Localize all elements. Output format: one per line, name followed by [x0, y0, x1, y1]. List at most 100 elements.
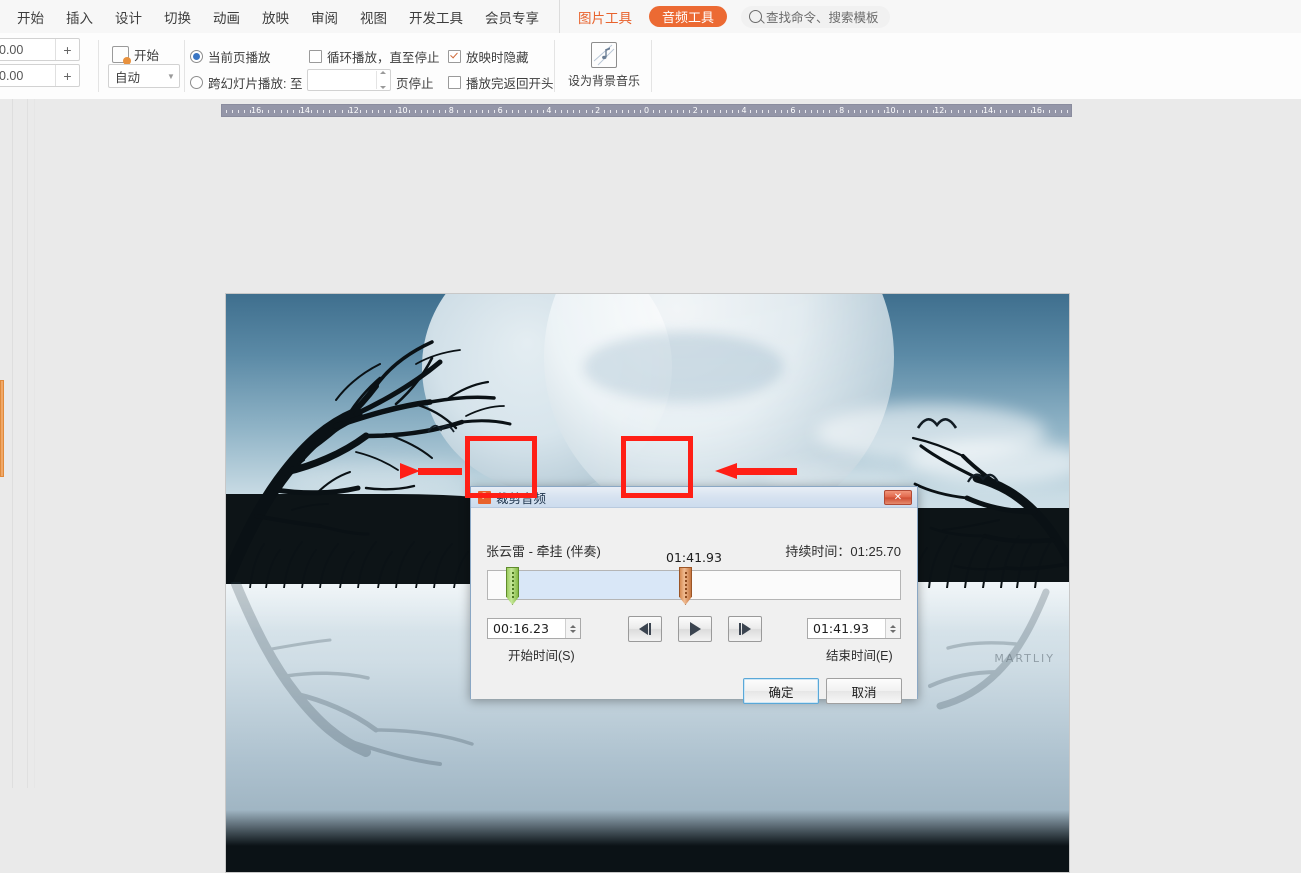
ruler-number: 8 — [839, 106, 845, 115]
radio-play-current-page[interactable]: 当前页播放 — [190, 47, 271, 66]
ruler-tick — [756, 110, 758, 113]
start-time-input[interactable]: 00:16.23 — [487, 618, 581, 639]
ruler-tick — [506, 110, 508, 113]
fade-out-plus-button[interactable]: + — [55, 65, 79, 86]
step-forward-icon[interactable] — [728, 616, 762, 642]
tab-animation[interactable]: 动画 — [202, 0, 251, 33]
ruler-tick — [329, 110, 331, 113]
ruler-tick — [536, 110, 538, 113]
ruler-tick — [878, 110, 880, 113]
music-note-icon — [591, 42, 617, 68]
stop-after-page-input[interactable] — [307, 69, 391, 91]
ruler-tick — [731, 110, 733, 113]
chevron-down-icon[interactable]: ▼ — [163, 72, 179, 81]
trim-start-handle[interactable] — [506, 567, 519, 605]
ruler-tick — [927, 110, 929, 113]
ruler-tick — [591, 110, 593, 113]
dialog-title-bar[interactable]: P 裁剪音频 ✕ — [471, 487, 917, 508]
ruler-tick — [689, 110, 691, 113]
trim-audio-dialog[interactable]: P 裁剪音频 ✕ 张云雷 - 牵挂 (伴奏) 持续时间：01:25.70 01:… — [470, 486, 918, 704]
ruler-tick — [262, 110, 264, 113]
ruler-tick — [975, 110, 977, 113]
duration-label: 持续时间：01:25.70 — [785, 544, 901, 559]
start-time-label: 开始时间(S) — [508, 649, 575, 663]
play-triangle — [689, 622, 701, 636]
ruler-tick — [420, 110, 422, 113]
close-icon[interactable]: ✕ — [884, 489, 912, 505]
fade-in-plus-button[interactable]: + — [55, 39, 79, 60]
ruler-tick — [475, 110, 477, 113]
ruler-tick — [902, 110, 904, 113]
ruler-tick — [774, 110, 776, 113]
tab-start[interactable]: 开始 — [6, 0, 55, 33]
tab-insert[interactable]: 插入 — [55, 0, 104, 33]
slide-bottom-shadow — [226, 810, 1069, 872]
start-button[interactable]: 开始 — [112, 45, 159, 65]
ruler-tick — [286, 110, 288, 113]
tab-view[interactable]: 视图 — [349, 0, 398, 33]
ruler-number: 2 — [692, 106, 698, 115]
application-window: 开始 插入 设计 切换 动画 放映 审阅 视图 开发工具 会员专享 图片工具 音… — [0, 0, 1301, 873]
radio-current-page-label: 当前页播放 — [208, 51, 271, 65]
ruler-tick — [835, 110, 837, 113]
tab-audio-tool[interactable]: 音频工具 — [649, 6, 728, 27]
step-backward-icon[interactable] — [628, 616, 662, 642]
ruler-tick — [872, 110, 874, 113]
radio-across-slides-indicator — [190, 76, 203, 89]
horizontal-ruler[interactable]: 16 14 12 10 8 6 4 2 0 2 4 6 8 10 12 14 16 — [221, 104, 1072, 117]
start-mode-value: 自动 — [115, 70, 141, 85]
ruler-tick — [585, 110, 587, 113]
ok-button[interactable]: 确定 — [743, 678, 819, 704]
audio-trim-track[interactable]: 01:41.93 — [487, 550, 901, 605]
radio-play-across-slides[interactable]: 跨幻灯片播放: 至 — [190, 73, 302, 92]
start-time-spinner[interactable] — [565, 619, 580, 638]
hide-checkbox-label: 放映时隐藏 — [466, 51, 529, 65]
ruler-tick — [957, 110, 959, 113]
cancel-button[interactable]: 取消 — [826, 678, 902, 704]
end-time-input[interactable]: 01:41.93 — [807, 618, 901, 639]
tab-member[interactable]: 会员专享 — [474, 0, 550, 33]
bird-silhouette-3 — [967, 473, 999, 483]
ribbon-tab-bar: 开始 插入 设计 切换 动画 放映 审阅 视图 开发工具 会员专享 图片工具 音… — [0, 0, 1301, 34]
selected-slide-indicator[interactable] — [0, 380, 4, 477]
rail-divider-1 — [27, 99, 28, 788]
ruler-tick — [707, 110, 709, 113]
ruler-tick — [317, 110, 319, 113]
rewind-checkbox-label: 播放完返回开头 — [466, 77, 554, 91]
set-background-music-button[interactable]: 设为背景音乐 — [563, 42, 645, 89]
checkbox-hide-during-show[interactable]: 放映时隐藏 — [448, 47, 529, 66]
ruler-number: 14 — [299, 106, 311, 115]
tab-developer[interactable]: 开发工具 — [398, 0, 474, 33]
step-backward-triangle — [638, 623, 648, 635]
checkbox-loop-until-stop[interactable]: 循环播放，直至停止 — [309, 47, 440, 66]
radio-current-page-indicator — [190, 50, 203, 63]
start-mode-dropdown[interactable]: 自动 ▼ — [108, 64, 180, 88]
ruler-tick — [823, 110, 825, 113]
slide-thumbnail-rail[interactable] — [0, 99, 13, 788]
search-placeholder-text: 查找命令、搜索模板 — [766, 11, 879, 25]
fade-in-spinner[interactable]: 0.00 + — [0, 38, 80, 61]
trim-end-handle[interactable] — [679, 567, 692, 605]
tab-review[interactable]: 审阅 — [300, 0, 349, 33]
tab-slideshow[interactable]: 放映 — [251, 0, 300, 33]
fade-out-spinner[interactable]: 0.00 + — [0, 64, 80, 87]
ruler-tick — [237, 110, 239, 113]
tab-design[interactable]: 设计 — [104, 0, 153, 33]
ruler-tick — [231, 110, 233, 113]
search-box[interactable]: 查找命令、搜索模板 — [741, 5, 890, 28]
track-title: 张云雷 - 牵挂 (伴奏) — [486, 544, 601, 559]
play-icon[interactable] — [678, 616, 712, 642]
loop-checkbox-indicator — [309, 50, 322, 63]
tab-picture-tool[interactable]: 图片工具 — [559, 0, 643, 33]
ruler-tick — [378, 110, 380, 113]
end-time-value: 01:41.93 — [813, 621, 869, 636]
checkbox-rewind-after-play[interactable]: 播放完返回开头 — [448, 73, 554, 92]
group-divider-4 — [651, 40, 652, 92]
ruler-tick — [725, 110, 727, 113]
stop-page-spinner[interactable] — [376, 71, 389, 89]
tab-transition[interactable]: 切换 — [153, 0, 202, 33]
ruler-number: 16 — [1031, 106, 1042, 115]
ruler-tick — [1018, 110, 1020, 113]
step-forward-bar — [738, 623, 742, 635]
end-time-spinner[interactable] — [885, 619, 900, 638]
